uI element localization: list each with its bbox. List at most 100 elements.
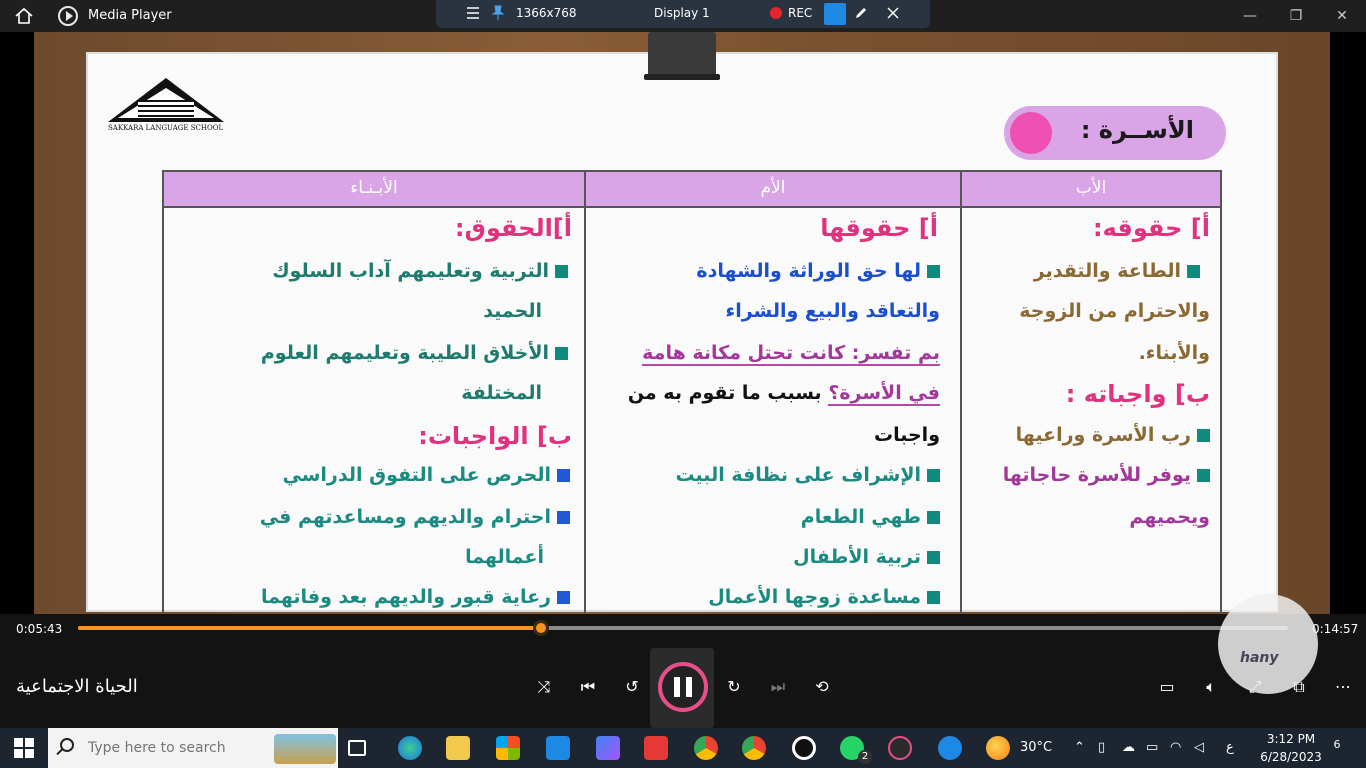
video-frame[interactable]: SAKKARA LANGUAGE SCHOOL الأســرة : الأبـ… <box>34 32 1330 614</box>
bullet-icon <box>927 591 940 604</box>
media-encoder-icon[interactable] <box>644 736 668 760</box>
children-rights-heading: أ]الحقوق: <box>454 214 572 242</box>
seek-bar[interactable] <box>78 620 1288 636</box>
bullet-icon <box>557 591 570 604</box>
children-rights-line3: الأخلاق الطيبة وتعليمهم العلوم <box>261 342 568 364</box>
search-input[interactable] <box>88 738 268 758</box>
record-label[interactable]: REC <box>788 6 812 20</box>
whiteboard-slide: SAKKARA LANGUAGE SCHOOL الأســرة : الأبـ… <box>86 52 1278 614</box>
cloud-icon[interactable]: ☁ <box>1122 740 1135 755</box>
speaker-icon[interactable]: ◁ <box>1194 740 1204 755</box>
microsoft-store-icon[interactable] <box>496 736 520 760</box>
father-rights-line1: الطاعة والتقدير <box>1034 260 1200 282</box>
father-duty2-line1: يوفر للأسرة حاجاتها <box>1003 464 1210 486</box>
help-icon[interactable] <box>938 736 962 760</box>
children-duty3: رعاية قبور والديهم بعد وفاتهما <box>261 586 570 608</box>
children-duties-heading: ب] الواجبات: <box>418 422 572 450</box>
taskbar-search[interactable] <box>48 728 338 768</box>
bullet-icon <box>555 347 568 360</box>
wifi-icon[interactable]: ◠ <box>1170 740 1181 755</box>
keyboard-language[interactable]: ع <box>1226 740 1234 755</box>
resolution-label: 1366x768 <box>516 6 577 20</box>
children-rights-line2: الحميد <box>483 300 542 322</box>
header-mother: الأم <box>586 172 960 206</box>
badge-dot <box>1010 112 1052 154</box>
media-player-window: Media Player — ❐ ✕ 1366x768 Display 1 RE… <box>0 0 1366 768</box>
bullet-icon <box>557 469 570 482</box>
mother-duty2: طهي الطعام <box>801 506 940 528</box>
mother-explain-line3: واجبات <box>874 424 940 446</box>
close-session-icon[interactable] <box>886 6 900 20</box>
close-button[interactable]: ✕ <box>1322 4 1362 28</box>
repeat-off-icon[interactable]: ⟲ <box>809 676 835 698</box>
screen-recorder-icon[interactable] <box>792 736 816 760</box>
system-clock[interactable]: 3:12 PM 6/28/2023 <box>1256 730 1326 766</box>
volume-icon[interactable]: 🔈︎ <box>1198 676 1224 698</box>
chrome-profile-icon[interactable] <box>742 736 766 760</box>
settings-icon[interactable] <box>824 3 846 25</box>
mother-rights-line1: لها حق الوراثة والشهادة <box>696 260 940 282</box>
children-duty1: الحرص على التفوق الدراسي <box>283 464 570 486</box>
media-player-taskbar-icon[interactable] <box>888 736 912 760</box>
media-player-logo-icon <box>58 6 78 26</box>
mother-duty1: الإشراف على نظافة البيت <box>675 464 940 486</box>
seek-progress <box>78 626 541 630</box>
more-options-icon[interactable]: ⋯ <box>1330 676 1356 698</box>
minimize-button[interactable]: — <box>1230 4 1270 28</box>
school-logo: SAKKARA LANGUAGE SCHOOL <box>108 78 224 138</box>
family-title-badge: الأســرة : <box>1004 106 1226 160</box>
shuffle-icon[interactable]: ⤨ <box>531 676 557 698</box>
pause-button[interactable] <box>658 662 708 712</box>
mother-explain-line1: بم تفسر: كانت تحتل مكانة هامة <box>642 342 940 366</box>
task-view-icon[interactable] <box>348 740 366 756</box>
search-icon <box>60 738 74 752</box>
next-icon[interactable]: ⏭ <box>765 676 791 698</box>
school-name: SAKKARA LANGUAGE SCHOOL <box>108 124 224 132</box>
mother-duty4: مساعدة زوجها الأعمال <box>708 586 940 608</box>
pen-icon[interactable] <box>854 6 868 20</box>
app-title: Media Player <box>88 8 172 23</box>
record-icon[interactable] <box>770 7 782 19</box>
chrome-icon[interactable] <box>694 736 718 760</box>
mother-explain-line2: في الأسرة؟ بسبب ما تقوم به من <box>627 382 940 406</box>
bullet-icon <box>927 551 940 564</box>
home-icon[interactable] <box>14 6 34 26</box>
notification-count: 6 <box>1333 738 1341 751</box>
mother-rights-line2: والتعاقد والبيع والشراء <box>725 300 940 322</box>
photos-app-icon[interactable] <box>596 736 620 760</box>
father-duties-heading: ب] واجباته : <box>1065 380 1210 408</box>
seek-handle[interactable] <box>532 620 549 636</box>
header-children: الأبـنـاء <box>164 172 584 206</box>
rewind-10-icon[interactable]: ↺ <box>619 676 645 698</box>
notification-icon[interactable]: 6 <box>1326 738 1348 758</box>
board-clip <box>644 32 720 80</box>
weather-icon[interactable] <box>986 736 1010 760</box>
clock-time: 3:12 PM <box>1266 732 1316 746</box>
battery-icon[interactable]: ▭ <box>1146 740 1158 755</box>
weather-temp[interactable]: 30°C <box>1020 740 1052 755</box>
file-explorer-icon[interactable] <box>446 736 470 760</box>
search-highlight-image <box>274 734 336 764</box>
bullet-icon <box>927 265 940 278</box>
mail-icon[interactable] <box>546 736 570 760</box>
father-rights-line3: والأبناء. <box>1138 342 1210 364</box>
windows-start-icon[interactable] <box>14 738 34 758</box>
channel-watermark: hany <box>1218 594 1318 694</box>
clock-date: 6/28/2023 <box>1260 750 1322 764</box>
bullet-icon <box>1197 469 1210 482</box>
pin-icon[interactable] <box>492 5 504 21</box>
captions-icon[interactable]: ▭ <box>1154 676 1180 698</box>
device-icon[interactable]: ▯ <box>1098 740 1105 755</box>
mother-duty3: تربية الأطفال <box>793 546 940 568</box>
father-duty1: رب الأسرة وراعيها <box>1016 424 1210 446</box>
menu-icon[interactable] <box>466 6 480 20</box>
display-selector[interactable]: Display 1 <box>654 6 710 20</box>
restore-button[interactable]: ❐ <box>1276 4 1316 28</box>
whatsapp-badge: 2 <box>858 750 872 764</box>
remote-session-toolbar: 1366x768 Display 1 REC <box>436 0 930 28</box>
bullet-icon <box>927 511 940 524</box>
edge-browser-icon[interactable] <box>398 736 422 760</box>
forward-30-icon[interactable]: ↻ <box>721 676 747 698</box>
show-hidden-icons-icon[interactable]: ⌃ <box>1074 740 1085 755</box>
previous-icon[interactable]: ⏮ <box>575 676 601 698</box>
